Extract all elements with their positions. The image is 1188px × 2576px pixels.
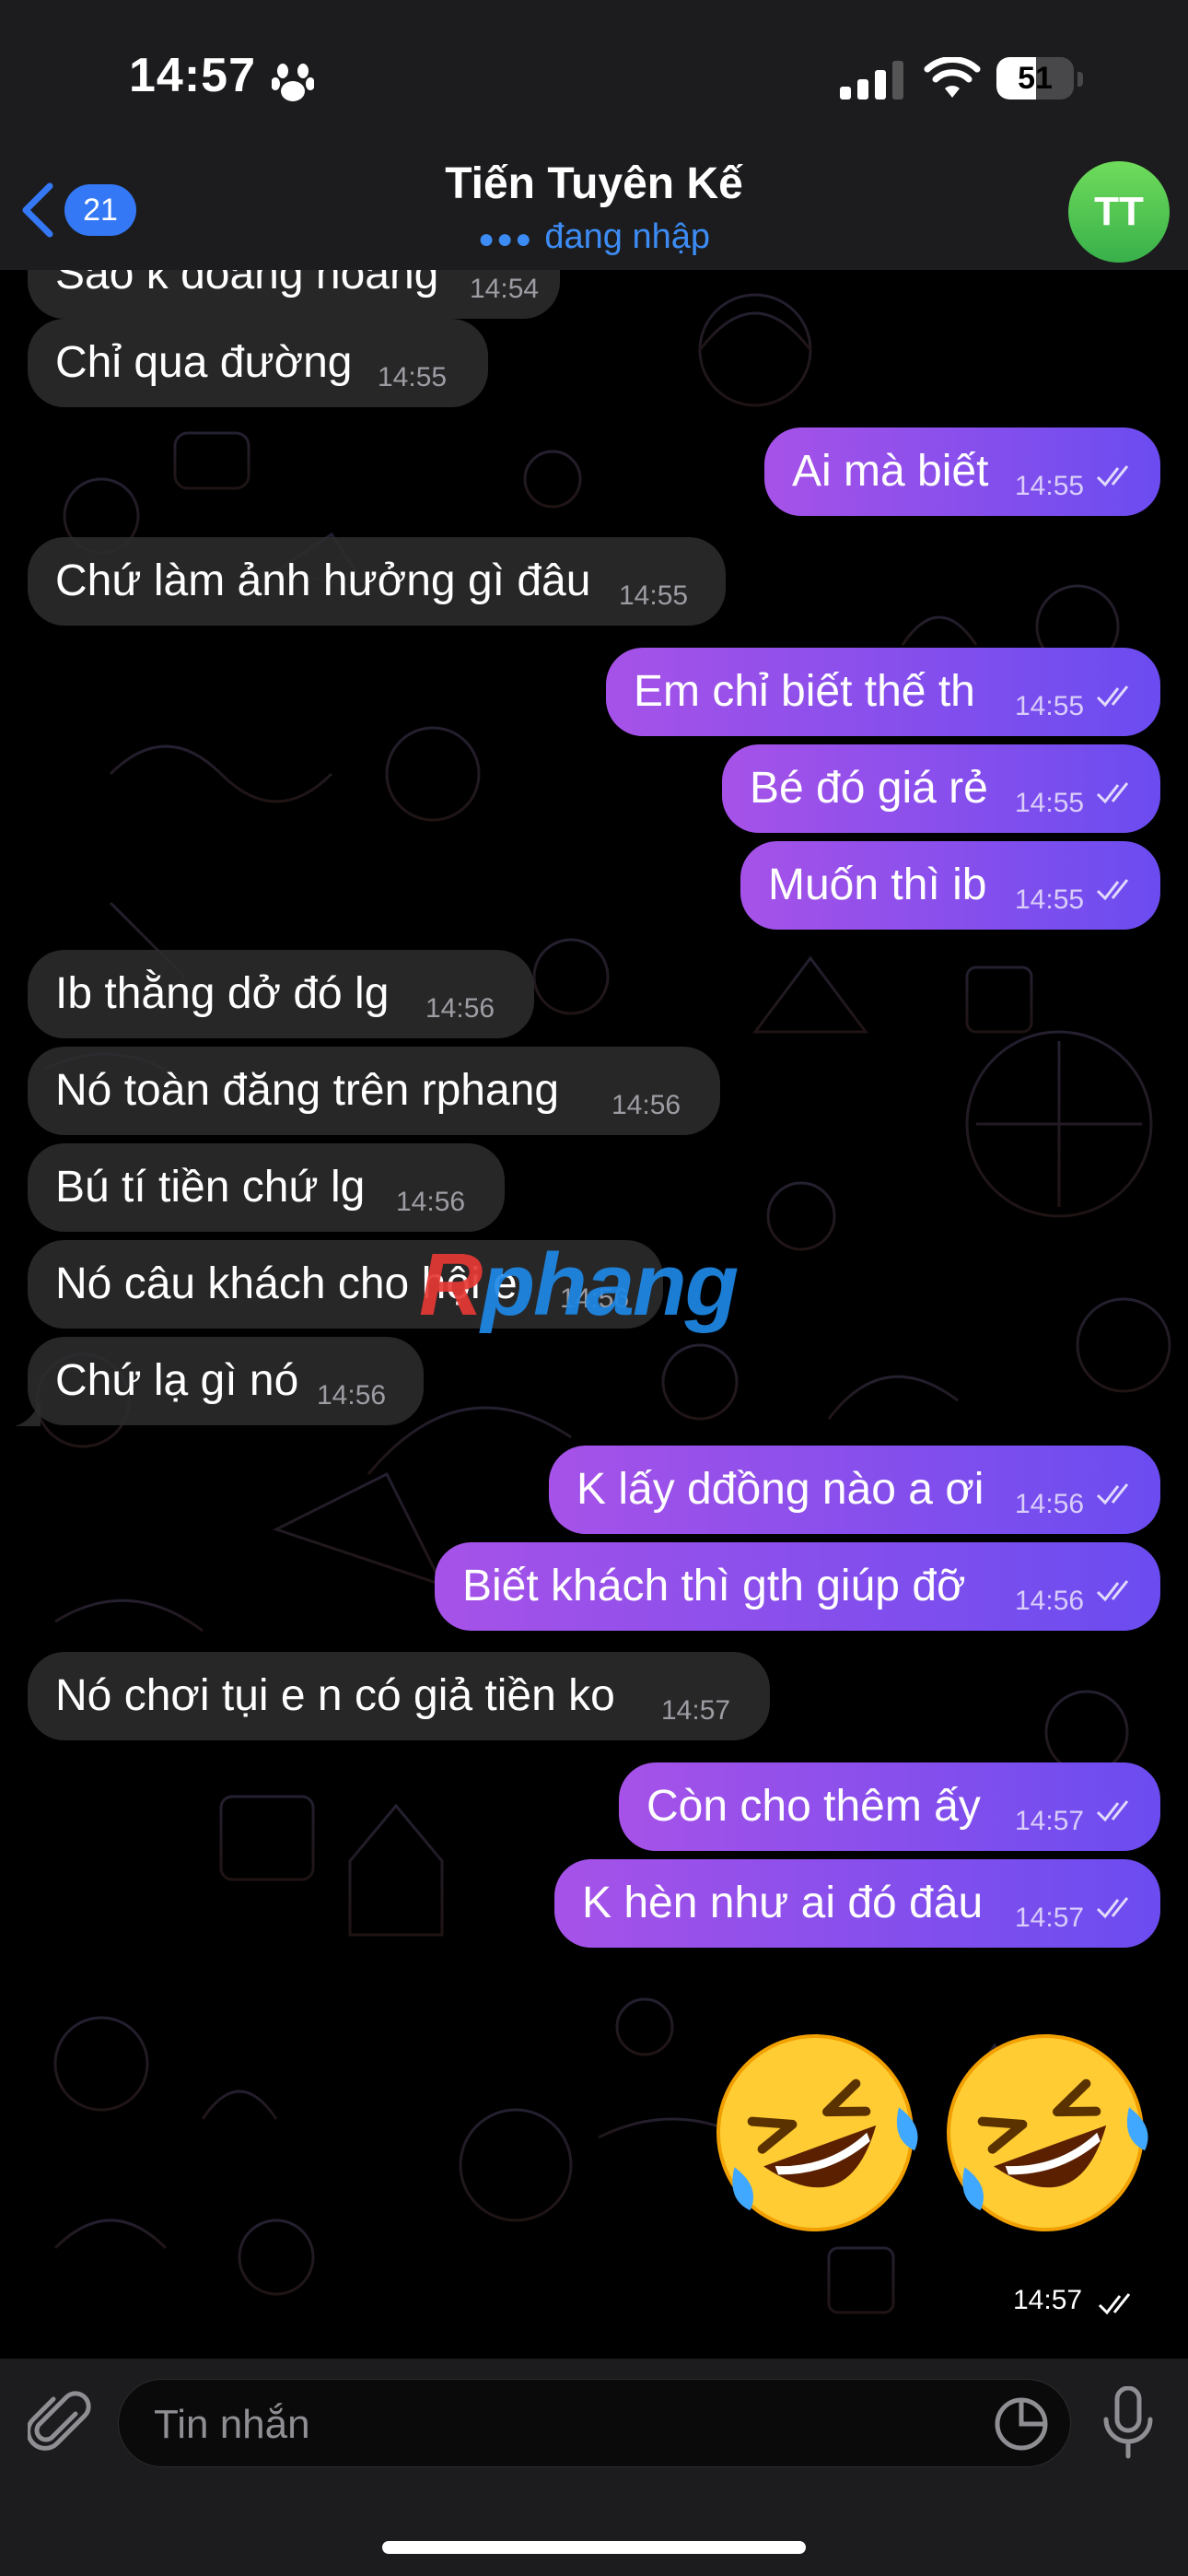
message-incoming[interactable]: Chứ làm ảnh hưởng gì đâu 14:55 [28, 537, 726, 626]
home-indicator [382, 2541, 806, 2554]
rofl-emoji[interactable] [939, 2027, 1151, 2239]
rofl-emoji[interactable] [709, 2027, 921, 2239]
message-text: Chỉ qua đường [55, 338, 353, 387]
message-outgoing[interactable]: Muốn thì ib 14:55 [740, 841, 1160, 930]
typing-status: ●●● đang nhập [0, 217, 1188, 257]
watermark-logo: Rphang [419, 1235, 739, 1334]
message-time: 14:56 [1015, 1489, 1085, 1519]
battery-level: 51 [1018, 61, 1053, 96]
message-text: Biết khách thì gth giúp đỡ [462, 1562, 966, 1610]
message-text: Chứ làm ảnh hưởng gì đâu [55, 556, 591, 605]
message-text: Bú tí tiền chứ lg [55, 1163, 366, 1212]
chat-header: 14:57 51 21 Tiến Tuyên Kế ●●● đang nhập T… [0, 0, 1188, 270]
message-time: 14:55 [1015, 884, 1085, 915]
typing-dots-icon: ●●● [477, 224, 534, 254]
message-text: Em chỉ biết thế th [634, 667, 975, 716]
message-text: Ai mà biết [792, 447, 989, 496]
message-time: 14:57 [1013, 2285, 1083, 2315]
cellular-signal-icon [840, 61, 903, 100]
message-time: 14:57 [1015, 1903, 1085, 1933]
message-incoming[interactable]: Nó toàn đăng trên rphang 14:56 [28, 1047, 720, 1135]
message-time: 14:56 [611, 1090, 681, 1120]
message-time: 14:55 [378, 362, 448, 392]
typing-status-text: đang nhập [544, 217, 710, 256]
message-composer: Tin nhắn [0, 2359, 1188, 2576]
message-incoming[interactable]: Chứ lạ gì nó 14:56 [28, 1337, 424, 1425]
message-time: 14:56 [1015, 1586, 1085, 1616]
message-time: 14:56 [317, 1380, 387, 1411]
message-text: Chứ lạ gì nó [55, 1356, 299, 1405]
read-check-icon [1096, 879, 1129, 901]
paperclip-icon[interactable] [28, 2386, 92, 2460]
sticker-icon[interactable] [994, 2396, 1049, 2452]
paw-icon [272, 64, 314, 101]
message-text: Nó chơi tụi e n có giả tiền ko [55, 1671, 615, 1720]
read-check-icon [1096, 782, 1129, 804]
avatar[interactable]: TT [1068, 161, 1170, 263]
message-incoming[interactable]: Ib thằng dở đó lg 14:56 [28, 950, 534, 1038]
message-time: 14:56 [425, 993, 495, 1024]
read-check-icon [1096, 1800, 1129, 1822]
read-check-icon [1096, 1483, 1129, 1505]
read-check-icon [1096, 465, 1129, 487]
message-outgoing[interactable]: Biết khách thì gth giúp đỡ 14:56 [435, 1542, 1160, 1631]
message-incoming[interactable]: Nó chơi tụi e n có giả tiền ko 14:57 [28, 1652, 770, 1740]
message-text: Nó toàn đăng trên rphang [55, 1066, 560, 1115]
message-text: Bé đó giá rẻ [750, 764, 988, 813]
message-outgoing[interactable]: Bé đó giá rẻ 14:55 [722, 744, 1160, 833]
bubble-tail [15, 1399, 41, 1426]
message-text: K lấy dđồng nào a ơi [577, 1465, 984, 1514]
message-time: 14:55 [619, 580, 689, 611]
message-outgoing[interactable]: Ai mà biết 14:55 [764, 427, 1160, 516]
message-input[interactable]: Tin nhắn [118, 2379, 1071, 2467]
message-time: 14:55 [1015, 691, 1085, 721]
message-input-placeholder: Tin nhắn [154, 2402, 310, 2447]
message-text: K hèn như ai đó đâu [582, 1879, 984, 1927]
message-outgoing[interactable]: Em chỉ biết thế th 14:55 [606, 648, 1160, 736]
battery-icon: 51 [996, 57, 1085, 101]
wifi-icon [924, 57, 981, 98]
message-text: Ib thằng dở đó lg [55, 969, 390, 1018]
read-check-icon [1096, 685, 1129, 708]
read-check-icon [1096, 1580, 1129, 1602]
message-incoming[interactable]: Chỉ qua đường 14:55 [28, 319, 488, 407]
message-time: 14:57 [661, 1695, 731, 1726]
chat-title[interactable]: Tiến Tuyên Kế [0, 158, 1188, 209]
message-time: 14:56 [396, 1187, 466, 1217]
message-text: Còn cho thêm ấy [646, 1782, 981, 1831]
message-text: Muốn thì ib [768, 861, 987, 909]
read-check-icon [1096, 1897, 1129, 1919]
message-outgoing[interactable]: K hèn như ai đó đâu 14:57 [554, 1859, 1160, 1948]
message-incoming[interactable]: Bú tí tiền chứ lg 14:56 [28, 1143, 505, 1232]
message-outgoing[interactable]: Còn cho thêm ấy 14:57 [619, 1762, 1160, 1851]
status-time: 14:57 [129, 49, 256, 102]
read-check-icon [1098, 2293, 1131, 2315]
message-outgoing[interactable]: K lấy dđồng nào a ơi 14:56 [549, 1446, 1160, 1534]
microphone-icon[interactable] [1101, 2386, 1156, 2460]
message-time: 14:55 [1015, 788, 1085, 818]
message-time: 14:57 [1015, 1806, 1085, 1836]
message-time: 14:55 [1015, 471, 1085, 501]
